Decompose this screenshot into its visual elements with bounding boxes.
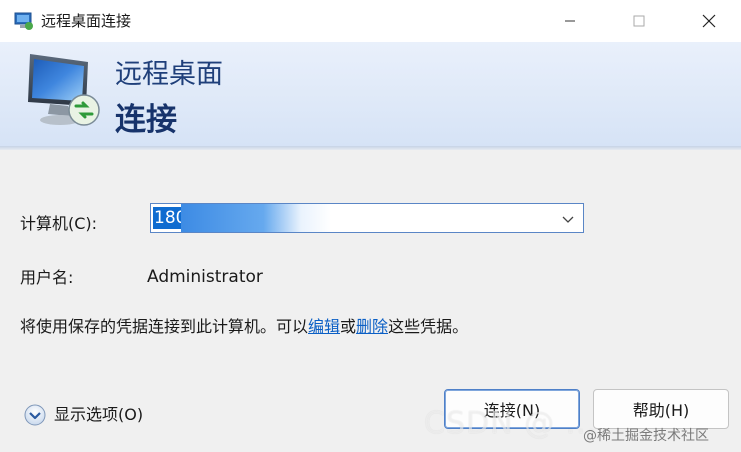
remote-desktop-monitor-icon [28, 54, 100, 126]
minimize-button[interactable] [547, 0, 593, 42]
info-or: 或 [340, 317, 357, 336]
banner-title-line1: 远程桌面 [115, 59, 223, 90]
watermark: CSDN @ ... [424, 406, 598, 441]
username-label: 用户名: [20, 268, 74, 287]
banner-title-line2: 连接 [115, 102, 177, 138]
redacted-blur [181, 204, 331, 232]
credentials-info: 将使用保存的凭据连接到此计算机。可以编辑或删除这些凭据。 [20, 316, 468, 338]
close-button[interactable] [686, 0, 732, 42]
app-icon [14, 12, 33, 30]
maximize-icon [633, 15, 645, 27]
window-title: 远程桌面连接 [41, 12, 132, 30]
edit-link[interactable]: 编辑 [308, 317, 340, 336]
expand-chevron-icon[interactable] [24, 404, 46, 426]
maximize-button[interactable] [616, 0, 662, 42]
info-prefix: 将使用保存的凭据连接到此计算机。可以 [20, 317, 309, 336]
show-options-toggle[interactable]: 显示选项(O) [24, 404, 143, 426]
username-value: Administrator [147, 267, 263, 287]
minimize-icon [565, 20, 575, 22]
banner-divider [0, 146, 741, 150]
watermark-secondary: @稀土掘金技术社区 [583, 428, 709, 444]
header-banner [0, 42, 741, 147]
computer-label: 计算机(C): [20, 214, 98, 233]
show-options-label[interactable]: 显示选项(O) [54, 404, 143, 426]
info-suffix: 这些凭据。 [388, 317, 469, 336]
delete-link[interactable]: 删除 [356, 317, 388, 336]
computer-combobox[interactable]: 180 [150, 203, 584, 233]
chevron-down-icon[interactable] [561, 212, 575, 226]
close-icon [702, 14, 716, 28]
title-bar: 远程桌面连接 [0, 0, 741, 42]
help-button[interactable]: 帮助(H) [593, 389, 729, 429]
